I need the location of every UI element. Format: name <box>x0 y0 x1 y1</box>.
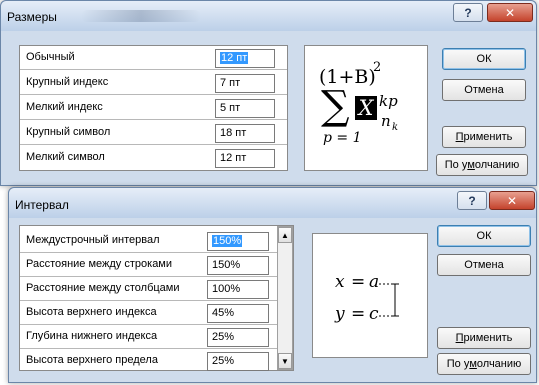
spacing-input-column-gap[interactable]: 100% <box>207 280 269 299</box>
sizes-input-normal[interactable]: 12 пт <box>215 49 275 68</box>
sizes-label-small-symbol: Мелкий символ <box>26 151 105 163</box>
spacing-row-upper-limit-height[interactable]: Высота верхнего предела 25% <box>20 349 293 373</box>
spacing-input-row-gap[interactable]: 150% <box>207 256 269 275</box>
arrow-down-icon: ▼ <box>281 356 289 366</box>
spacing-input-subscript-depth[interactable]: 25% <box>207 328 269 347</box>
preview-line2-y: y <box>335 304 345 324</box>
sizes-input-small-symbol[interactable]: 12 пт <box>215 149 275 168</box>
preview-line1-eq: = <box>351 272 366 292</box>
preview-selected-x: X <box>355 96 377 120</box>
help-icon: ? <box>468 193 476 208</box>
blurred-title-area <box>81 10 201 22</box>
spacing-cancel-button[interactable]: Отмена <box>437 254 531 276</box>
line-spacing-bracket-icon <box>379 283 399 317</box>
spacing-label-superscript-height: Высота верхнего индекса <box>26 306 157 318</box>
spacing-label-column-gap: Расстояние между столбцами <box>26 282 180 294</box>
spacing-input-line-interval[interactable]: 150% <box>207 232 269 251</box>
sizes-dialog-title: Размеры <box>7 10 57 24</box>
spacing-scrollbar[interactable]: ▲ ▼ <box>277 226 293 370</box>
close-button[interactable]: ✕ <box>487 3 533 22</box>
sizes-preview: (1+B) 2 ∑ X kp n k p = 1 <box>304 45 428 171</box>
sizes-label-small-index: Мелкий индекс <box>26 101 103 113</box>
spacing-input-superscript-height[interactable]: 45% <box>207 304 269 323</box>
close-icon: ✕ <box>506 193 518 208</box>
sizes-row-small-index[interactable]: Мелкий индекс 5 пт <box>20 96 287 120</box>
help-button[interactable]: ? <box>457 191 487 210</box>
spacing-label-line-interval: Междустрочный интервал <box>26 234 160 246</box>
sizes-label-large-symbol: Крупный символ <box>26 126 111 138</box>
scroll-down-button[interactable]: ▼ <box>278 353 292 369</box>
spacing-row-column-gap[interactable]: Расстояние между столбцами 100% <box>20 277 293 301</box>
preview-subscript-k: k <box>392 122 399 133</box>
spacing-row-line-interval[interactable]: Междустрочный интервал 150% <box>20 229 293 253</box>
spacing-label-upper-limit-height: Высота верхнего предела <box>26 354 158 366</box>
sizes-label-large-index: Крупный индекс <box>26 76 109 88</box>
sizes-apply-button[interactable]: Применить <box>442 126 526 148</box>
sizes-row-large-index[interactable]: Крупный индекс 7 пт <box>20 71 287 95</box>
scroll-up-button[interactable]: ▲ <box>278 227 292 243</box>
preview-superscript: kp <box>379 92 398 110</box>
sizes-input-large-index[interactable]: 7 пт <box>215 74 275 93</box>
preview-sigma: ∑ <box>321 83 350 129</box>
arrow-up-icon: ▲ <box>281 230 289 240</box>
sizes-dialog: Размеры ? ✕ Обычный 12 пт Крупный индекс… <box>0 0 537 186</box>
close-icon: ✕ <box>504 5 516 20</box>
spacing-dialog-title: Интервал <box>15 198 69 212</box>
sizes-input-small-index[interactable]: 5 пт <box>215 99 275 118</box>
sizes-default-button[interactable]: По у м олчанию <box>436 154 528 176</box>
preview-lower-limit: p = 1 <box>323 130 362 146</box>
sizes-title-bar[interactable]: Размеры ? ✕ <box>1 1 536 31</box>
close-button[interactable]: ✕ <box>489 191 535 210</box>
spacing-label-row-gap: Расстояние между строками <box>26 258 173 270</box>
spacing-list: Междустрочный интервал 150% Расстояние м… <box>19 225 294 371</box>
sizes-input-large-symbol[interactable]: 18 пт <box>215 124 275 143</box>
sizes-row-small-symbol[interactable]: Мелкий символ 12 пт <box>20 146 287 170</box>
spacing-row-superscript-height[interactable]: Высота верхнего индекса 45% <box>20 301 293 325</box>
spacing-ok-button[interactable]: ОК <box>437 225 531 247</box>
sizes-list: Обычный 12 пт Крупный индекс 7 пт Мелкий… <box>19 45 288 171</box>
spacing-apply-button[interactable]: Применить <box>437 327 531 349</box>
spacing-input-upper-limit-height[interactable]: 25% <box>207 352 269 371</box>
preview-subscript-n: n <box>381 112 391 130</box>
help-icon: ? <box>464 5 472 20</box>
spacing-row-subscript-depth[interactable]: Глубина нижнего индекса 25% <box>20 325 293 349</box>
preview-exponent: 2 <box>373 60 382 75</box>
sizes-row-large-symbol[interactable]: Крупный символ 18 пт <box>20 121 287 145</box>
spacing-row-row-gap[interactable]: Расстояние между строками 150% <box>20 253 293 277</box>
preview-line2-eq: = <box>351 304 366 324</box>
spacing-title-bar[interactable]: Интервал ? ✕ <box>9 188 536 218</box>
sizes-row-normal[interactable]: Обычный 12 пт <box>20 46 287 70</box>
sizes-label-normal: Обычный <box>26 51 75 63</box>
spacing-preview: x = a y = c <box>312 233 428 358</box>
preview-line1-x: x <box>335 272 345 292</box>
sizes-cancel-button[interactable]: Отмена <box>442 79 526 101</box>
sizes-ok-button[interactable]: ОК <box>442 48 526 70</box>
spacing-default-button[interactable]: По у м олчанию <box>437 353 531 375</box>
spacing-dialog: Интервал ? ✕ Междустрочный интервал 150%… <box>8 187 537 383</box>
spacing-label-subscript-depth: Глубина нижнего индекса <box>26 330 158 342</box>
help-button[interactable]: ? <box>453 3 483 22</box>
